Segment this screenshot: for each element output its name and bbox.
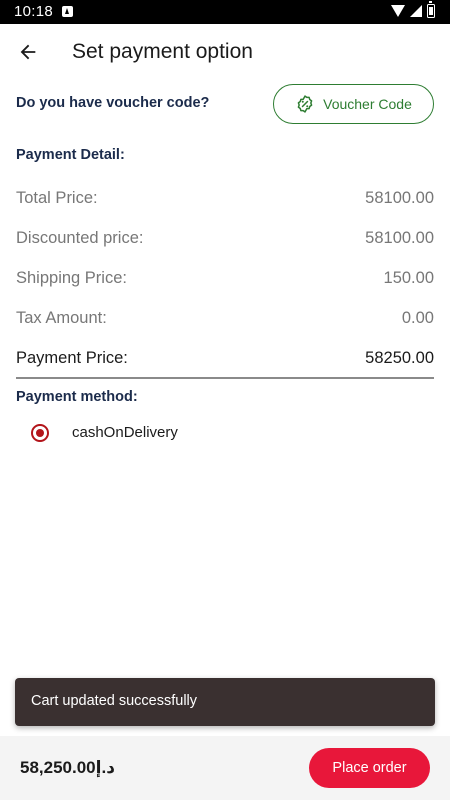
payment-price-label: Payment Price: <box>16 349 128 367</box>
payment-screen: 10:18 Set payment option Do you have vou… <box>0 0 450 800</box>
payment-price-row: Payment Price: 58250.00 <box>16 349 434 368</box>
snackbar: Cart updated successfully <box>15 678 435 726</box>
payment-method-heading: Payment method: <box>16 389 138 405</box>
back-button[interactable] <box>10 34 46 70</box>
cash-on-delivery-label[interactable]: cashOnDelivery <box>72 424 178 441</box>
cash-on-delivery-radio[interactable] <box>31 424 49 442</box>
snackbar-message: Cart updated successfully <box>31 693 198 709</box>
signal-icon <box>410 5 422 17</box>
status-time: 10:18 <box>14 3 54 20</box>
discounted-price-row: Discounted price: 58100.00 <box>16 229 434 248</box>
voucher-code-button[interactable]: Voucher Code <box>273 84 434 124</box>
status-bar: 10:18 <box>0 0 450 24</box>
bottom-bar: 58,250.00د.إ Place order <box>0 736 450 800</box>
tax-amount-row: Tax Amount: 0.00 <box>16 309 434 328</box>
detail-value: 0.00 <box>401 309 434 327</box>
detail-value: 58100.00 <box>365 229 434 247</box>
page-title: Set payment option <box>72 40 253 63</box>
detail-label: Shipping Price: <box>16 269 127 287</box>
detail-value: 58100.00 <box>365 189 434 207</box>
divider <box>16 377 434 379</box>
order-total: 58,250.00د.إ <box>20 758 115 777</box>
notification-a-icon <box>62 6 73 17</box>
shipping-price-row: Shipping Price: 150.00 <box>16 269 434 288</box>
app-bar: Set payment option <box>0 24 450 80</box>
detail-label: Total Price: <box>16 189 98 207</box>
payment-price-value: 58250.00 <box>365 349 434 367</box>
place-order-button[interactable]: Place order <box>309 748 430 788</box>
radio-selected-dot <box>36 429 44 437</box>
voucher-button-label: Voucher Code <box>323 96 412 112</box>
total-price-row: Total Price: 58100.00 <box>16 189 434 208</box>
arrow-back-icon <box>20 44 36 60</box>
voucher-question: Do you have voucher code? <box>16 95 210 111</box>
battery-icon <box>427 1 435 18</box>
wifi-icon <box>391 5 405 17</box>
detail-label: Tax Amount: <box>16 309 107 327</box>
payment-detail-heading: Payment Detail: <box>16 147 125 163</box>
discount-badge-icon <box>297 95 313 113</box>
detail-label: Discounted price: <box>16 229 144 247</box>
detail-value: 150.00 <box>383 269 434 287</box>
